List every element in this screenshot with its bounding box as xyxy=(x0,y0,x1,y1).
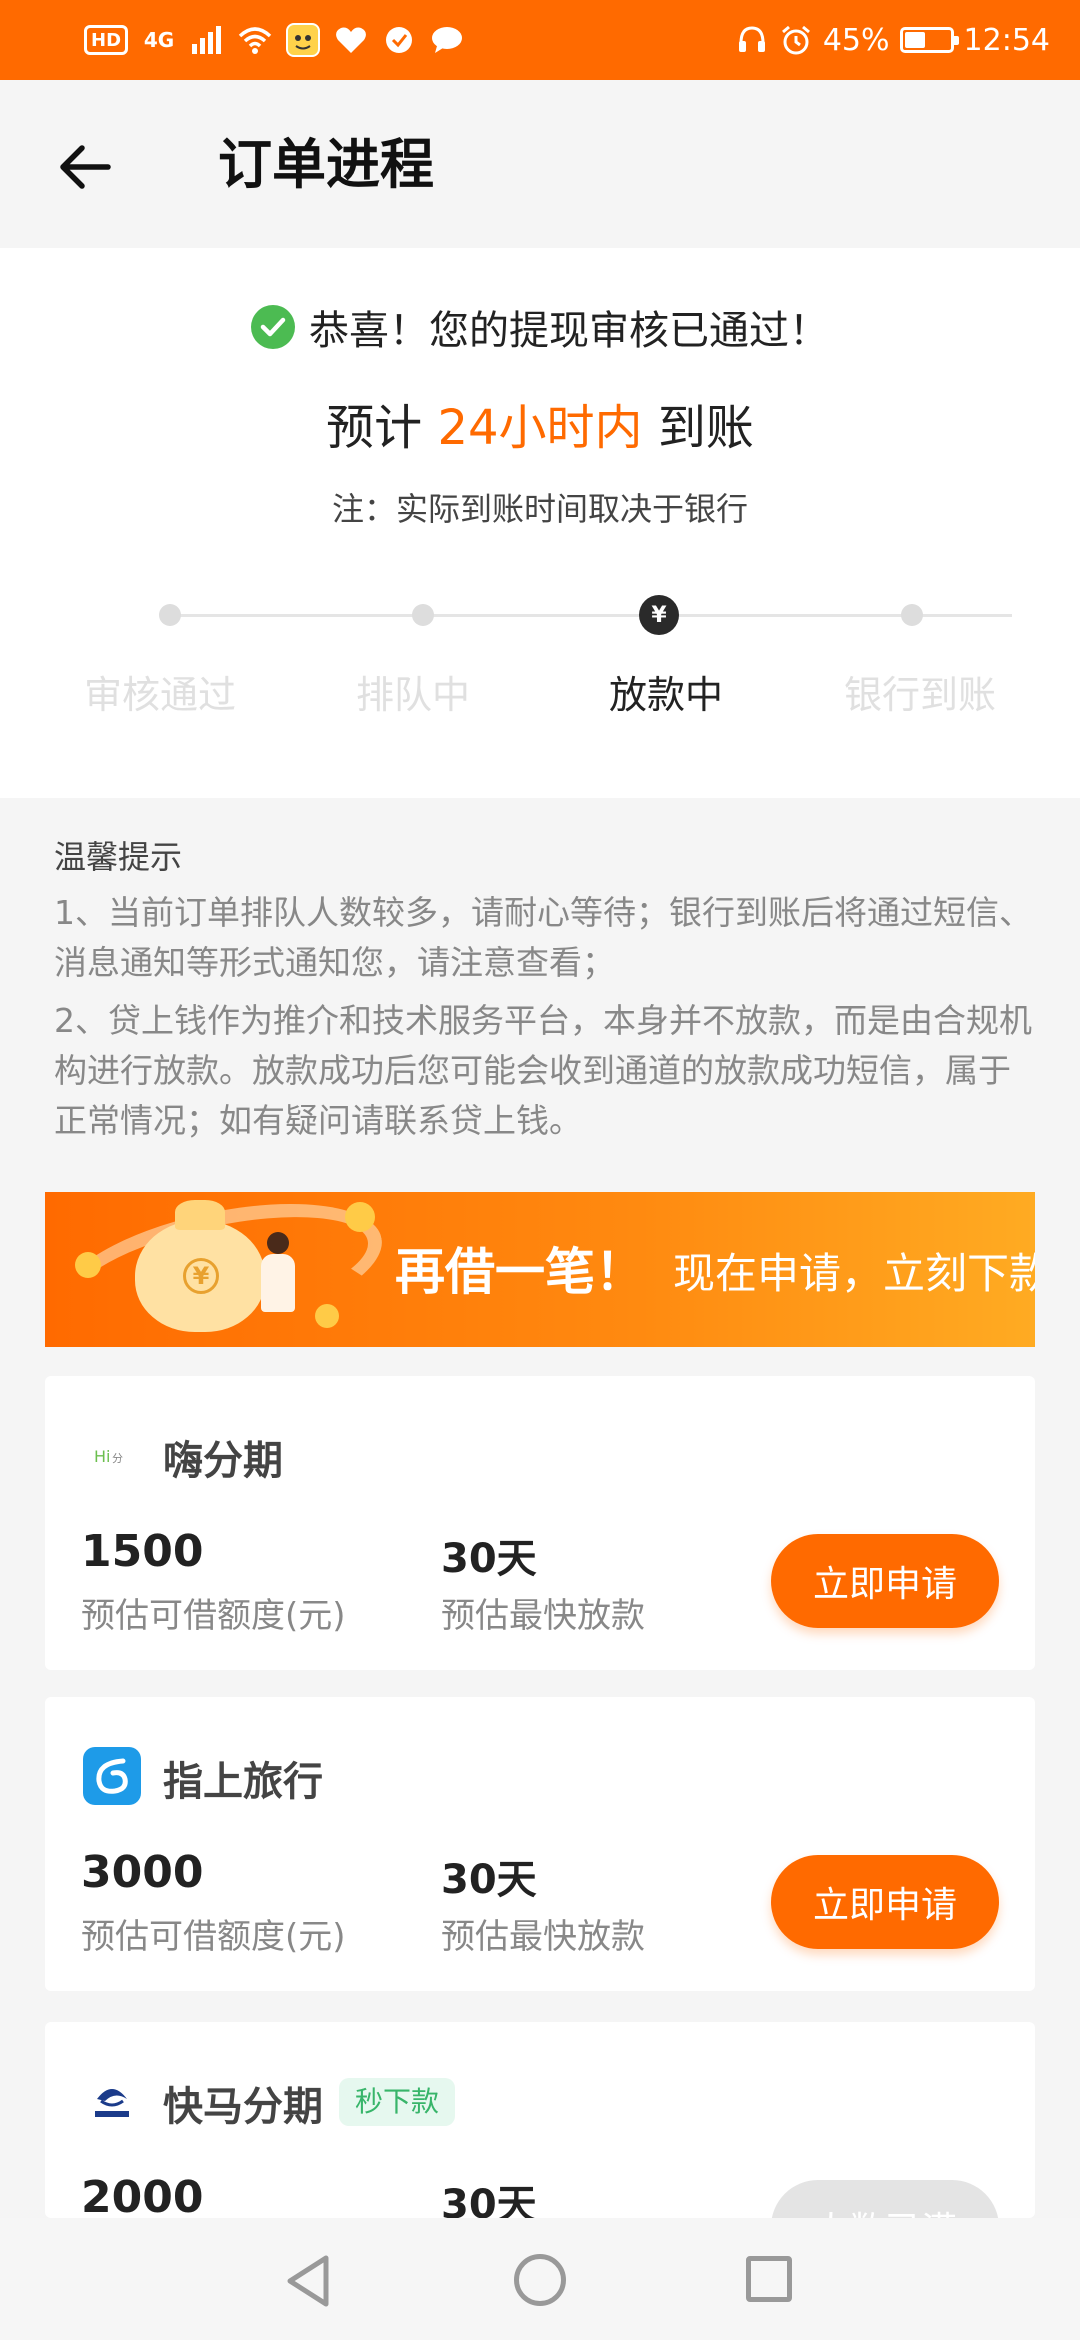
banner-title: 再借一笔！ xyxy=(395,1243,645,1301)
battery-percent: 45% xyxy=(822,22,890,58)
instant-loan-badge: 秒下款 xyxy=(339,2078,456,2126)
svg-text:分: 分 xyxy=(112,1452,123,1465)
step-dot-1 xyxy=(159,604,181,626)
loan-amount: 3000 xyxy=(81,1847,204,1898)
svg-text:Hi: Hi xyxy=(94,1447,110,1466)
back-button[interactable] xyxy=(50,132,120,202)
step-label-disbursing: 放款中 xyxy=(608,673,723,717)
product-name: 指上旅行 xyxy=(163,1759,323,1805)
clock: 12:54 xyxy=(963,22,1050,58)
loan-days-label: 预估最快放款 xyxy=(441,1917,645,1957)
shield-icon xyxy=(382,23,416,57)
loan-amount: 1500 xyxy=(81,1526,204,1577)
loan-days: 30天 xyxy=(441,1857,537,1903)
headset-icon xyxy=(735,23,769,57)
borrow-again-banner[interactable]: ¥ 再借一笔！ 现在申请，立刻下款 xyxy=(45,1192,1035,1347)
person-illustration xyxy=(255,1232,301,1332)
banner-yen-symbol: ¥ xyxy=(183,1258,219,1294)
battery-icon xyxy=(899,27,959,53)
loan-amount-label: 预估可借额度(元) xyxy=(81,1917,346,1957)
status-left-icons: HD 4G xyxy=(84,20,464,60)
status-bar: HD 4G 45% 12:54 xyxy=(0,0,1080,80)
arrival-note: 注：实际到账时间取决于银行 xyxy=(331,490,748,528)
product-card[interactable]: 指上旅行 3000 预估可借额度(元) 30天 预估最快放款 立即申请 xyxy=(45,1697,1035,1991)
yen-icon: ¥ xyxy=(639,595,679,635)
apply-button-disabled[interactable]: 人数已满 xyxy=(771,2180,999,2218)
banner-subtitle: 现在申请，立刻下款 xyxy=(673,1249,1035,1298)
loan-days: 30天 xyxy=(441,1536,537,1582)
coin-icon xyxy=(345,1202,375,1232)
product-card[interactable]: 快马分期 秒下款 2000 30天 人数已满 xyxy=(45,2022,1035,2218)
result-section: 恭喜！您的提现审核已通过！ 预计 24小时内 到账 注：实际到账时间取决于银行 … xyxy=(0,248,1080,798)
page-title: 订单进程 xyxy=(218,133,434,196)
loan-days: 30天 xyxy=(441,2182,537,2218)
step-label-approved: 审核通过 xyxy=(83,673,236,717)
step-dot-2 xyxy=(412,604,434,626)
nav-back-button[interactable] xyxy=(284,2254,332,2308)
hd-icon: HD xyxy=(84,25,129,55)
apply-button[interactable]: 立即申请 xyxy=(771,1855,999,1949)
coin-icon xyxy=(75,1252,101,1278)
wifi-icon xyxy=(238,23,272,57)
tip-item: 2、贷上钱作为推介和技术服务平台，本身并不放款，而是由合规机构进行放款。放款成功… xyxy=(54,1001,1032,1140)
coin-icon xyxy=(315,1304,339,1328)
kuaima-logo xyxy=(83,2072,141,2130)
step-label-arrived: 银行到账 xyxy=(843,673,996,717)
network-type-label: 4G xyxy=(143,28,175,52)
progress-track xyxy=(170,614,1012,617)
step-dot-4 xyxy=(901,604,923,626)
battery-fill xyxy=(904,32,925,48)
success-text: 恭喜！您的提现审核已通过！ xyxy=(309,308,829,354)
apply-button[interactable]: 立即申请 xyxy=(771,1534,999,1628)
step-label-queue: 排队中 xyxy=(355,673,470,717)
app-header: 订单进程 xyxy=(0,80,1080,248)
product-name: 快马分期 xyxy=(163,2084,323,2130)
zhishang-logo xyxy=(83,1747,141,1805)
eta-prefix: 预计 xyxy=(326,400,423,456)
heart-icon xyxy=(334,23,368,57)
system-nav-bar xyxy=(0,2218,1080,2340)
product-name: 嗨分期 xyxy=(163,1438,283,1484)
loan-amount-label: 预估可借额度(元) xyxy=(81,1596,346,1636)
eta-highlight: 24小时内 xyxy=(437,400,643,456)
message-icon xyxy=(430,23,464,57)
loan-days-label: 预估最快放款 xyxy=(441,1596,645,1636)
alarm-icon xyxy=(779,23,813,57)
tip-item: 1、当前订单排队人数较多，请耐心等待；银行到账后将通过短信、消息通知等形式通知您… xyxy=(54,893,1032,982)
eta-text: 预计 24小时内 到账 xyxy=(0,388,1080,458)
check-circle-icon xyxy=(251,305,295,349)
product-card[interactable]: Hi 分 嗨分期 1500 预估可借额度(元) 30天 预估最快放款 立即申请 xyxy=(45,1376,1035,1670)
arrow-left-icon xyxy=(60,145,111,189)
loan-amount: 2000 xyxy=(81,2172,204,2218)
hi-fenqi-logo: Hi 分 xyxy=(83,1426,141,1484)
eta-suffix: 到账 xyxy=(657,400,754,456)
nav-recent-button[interactable] xyxy=(746,2256,792,2302)
signal-icon xyxy=(190,23,224,57)
success-message: 恭喜！您的提现审核已通过！ xyxy=(0,298,1080,356)
tips-title: 温馨提示 xyxy=(54,838,183,876)
app-notification-icon xyxy=(286,23,321,57)
tips-section: 温馨提示 1、当前订单排队人数较多，请耐心等待；银行到账后将通过短信、消息通知等… xyxy=(54,832,1034,1154)
nav-home-button[interactable] xyxy=(514,2254,566,2306)
status-right-icons: 45% 12:54 xyxy=(735,20,1050,60)
